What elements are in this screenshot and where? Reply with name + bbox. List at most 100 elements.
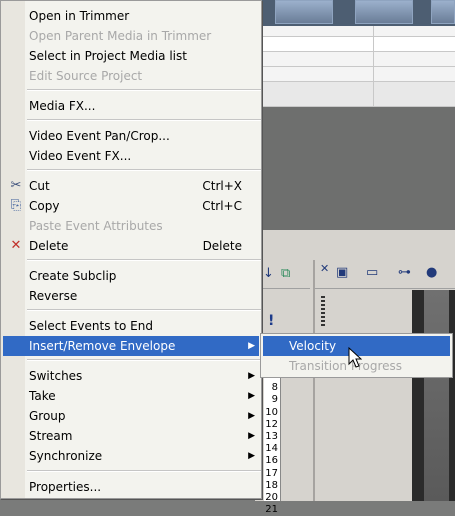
context-menu: Open in Trimmer Open Parent Media in Trim… (0, 0, 262, 499)
menu-separator (27, 259, 261, 261)
menu-item-cut[interactable]: ✂ Cut Ctrl+X (3, 176, 259, 196)
down-arrow-icon[interactable]: ↓ (263, 266, 274, 281)
submenu-arrow-icon: ▶ (248, 451, 255, 461)
menu-item-shortcut: Ctrl+C (202, 199, 242, 213)
delete-x-icon: ✕ (10, 238, 22, 253)
menu-item-group[interactable]: Group ▶ (3, 406, 259, 426)
panel-divider[interactable] (313, 260, 315, 501)
network-icon[interactable]: ⧉ (281, 266, 290, 281)
menu-item-label: Insert/Remove Envelope (29, 339, 176, 353)
menu-item-label: Group (29, 409, 66, 423)
menu-item-insert-remove-envelope[interactable]: Insert/Remove Envelope ▶ (3, 336, 259, 356)
menu-item-create-subclip[interactable]: Create Subclip (3, 266, 259, 286)
submenu-item-label: Velocity (289, 339, 337, 353)
track-row[interactable] (255, 67, 455, 82)
menu-item-label: Open in Trimmer (29, 9, 130, 23)
menu-item-label: Cut (29, 179, 50, 193)
menu-item-label: Paste Event Attributes (29, 219, 163, 233)
preview-toolbar: ✕ ▣ ▭ ⊶ ● (314, 260, 455, 289)
mouse-cursor-icon (348, 347, 362, 368)
trimmer-toolbar: ↓ ⧉ (255, 260, 310, 289)
menu-separator (27, 309, 261, 311)
submenu-arrow-icon: ▶ (248, 371, 255, 381)
ruler: 689101213141617182021 (264, 370, 281, 515)
track-row[interactable] (255, 37, 455, 52)
split-icon[interactable]: ⊶ (398, 265, 411, 280)
menu-item-label: Delete (29, 239, 69, 253)
menu-item-video-event-fx[interactable]: Video Event FX... (3, 146, 259, 166)
menu-item-open-in-trimmer[interactable]: Open in Trimmer (3, 6, 259, 26)
track-row[interactable] (255, 52, 455, 67)
video-thumbnail-strip (255, 0, 455, 26)
menu-item-label: Switches (29, 369, 83, 383)
window-icon[interactable]: ▣ (336, 265, 348, 280)
menu-item-delete[interactable]: ✕ Delete Delete (3, 236, 259, 256)
grip-handle[interactable] (321, 296, 325, 326)
thumbnail (355, 0, 413, 24)
menu-item-label: Select in Project Media list (29, 49, 187, 63)
menu-item-take[interactable]: Take ▶ (3, 386, 259, 406)
track-row[interactable] (255, 82, 455, 107)
menu-item-video-event-pan-crop[interactable]: Video Event Pan/Crop... (3, 126, 259, 146)
menu-item-label: Copy (29, 199, 60, 213)
ruler-number: 16 (265, 455, 278, 467)
thumbnail (275, 0, 333, 24)
ruler-number: 9 (271, 394, 278, 406)
ruler-number: 21 (265, 504, 278, 516)
menu-item-shortcut: Ctrl+X (202, 179, 242, 193)
menu-item-label: Edit Source Project (29, 69, 143, 83)
menu-item-properties[interactable]: Properties... (3, 477, 259, 497)
submenu-arrow-icon: ▶ (248, 341, 255, 351)
menu-item-paste-event-attributes: Paste Event Attributes (3, 216, 259, 236)
menu-separator (27, 89, 261, 91)
menu-item-label: Create Subclip (29, 269, 117, 283)
thumbnail (431, 0, 455, 24)
menu-item-label: Media FX... (29, 99, 96, 113)
menu-item-copy[interactable]: ⎘ Copy Ctrl+C (3, 196, 259, 216)
scissors-icon: ✂ (10, 178, 22, 193)
ruler-number: 20 (265, 491, 278, 503)
submenu-arrow-icon: ▶ (248, 391, 255, 401)
menu-item-label: Properties... (29, 480, 102, 494)
close-icon[interactable]: ✕ (320, 262, 329, 275)
ruler-number: 14 (265, 443, 278, 455)
submenu-arrow-icon: ▶ (248, 431, 255, 441)
menu-item-media-fx[interactable]: Media FX... (3, 96, 259, 116)
menu-item-label: Open Parent Media in Trimmer (29, 29, 212, 43)
menu-item-select-in-project-media-list[interactable]: Select in Project Media list (3, 46, 259, 66)
menu-item-label: Select Events to End (29, 319, 153, 333)
menu-item-switches[interactable]: Switches ▶ (3, 366, 259, 386)
menu-separator (27, 169, 261, 171)
video-preview (412, 290, 455, 501)
menu-item-label: Reverse (29, 289, 78, 303)
menu-item-shortcut: Delete (202, 239, 242, 253)
record-icon[interactable]: ● (426, 265, 437, 280)
track-divider (373, 26, 374, 106)
alert-icon: ! (268, 313, 275, 329)
ruler-number: 17 (265, 467, 278, 479)
ruler-number: 12 (265, 418, 278, 430)
menu-separator (27, 119, 261, 121)
menu-item-synchronize[interactable]: Synchronize ▶ (3, 446, 259, 466)
submenu-item-label: Transition Progress (289, 359, 403, 373)
copy-icon: ⎘ (10, 198, 22, 213)
menu-item-edit-source-project: Edit Source Project (3, 66, 259, 86)
menu-item-label: Synchronize (29, 449, 103, 463)
menu-item-reverse[interactable]: Reverse (3, 286, 259, 306)
track-row[interactable] (255, 26, 455, 37)
submenu-arrow-icon: ▶ (248, 411, 255, 421)
menu-separator (27, 470, 261, 472)
menu-item-stream[interactable]: Stream ▶ (3, 426, 259, 446)
menu-item-label: Video Event FX... (29, 149, 132, 163)
menu-item-label: Video Event Pan/Crop... (29, 129, 170, 143)
menu-separator (27, 359, 261, 361)
ruler-number: 10 (265, 406, 278, 418)
menu-item-open-parent-media-in-trimmer: Open Parent Media in Trimmer (3, 26, 259, 46)
menu-item-select-events-to-end[interactable]: Select Events to End (3, 316, 259, 336)
ruler-number: 13 (265, 430, 278, 442)
menu-item-label: Take (29, 389, 56, 403)
ruler-number: 8 (271, 382, 278, 394)
monitor-icon[interactable]: ▭ (366, 265, 378, 280)
menu-item-label: Stream (29, 429, 73, 443)
ruler-number: 18 (265, 479, 278, 491)
